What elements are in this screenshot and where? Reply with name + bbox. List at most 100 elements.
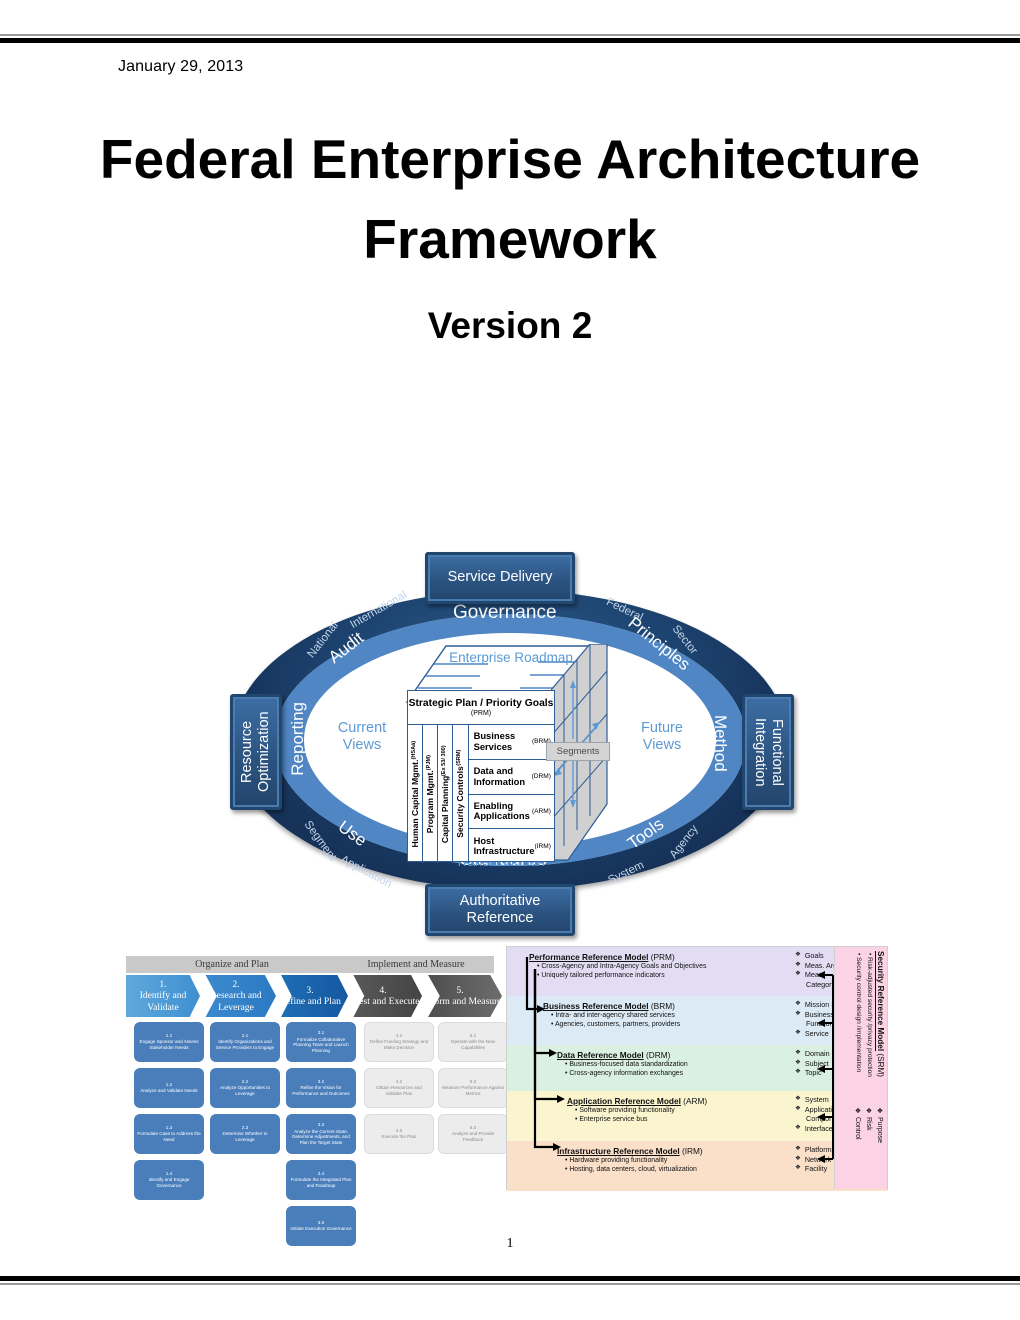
box-functional-integration[interactable]: Functional Integration <box>742 694 794 810</box>
cube-layer-business-services: Business Services (BRM) <box>468 725 554 760</box>
cpm-activity[interactable]: 1.3 Formulate Case to Address the Need <box>134 1114 204 1154</box>
cube-front-face: Strategic Plan / Priority Goals (PRM) Hu… <box>407 690 555 863</box>
prm-key-1: Goals <box>804 951 824 960</box>
cpm-activity-id: 4.2 <box>395 1079 403 1085</box>
cpm-activity[interactable]: 3.4 Formulate the Integrated Plan and Ro… <box>286 1160 356 1200</box>
cpm-activity[interactable]: 2.3 Determine Whether to Leverage <box>210 1114 280 1154</box>
cube-layer-business-services-label: Business Services <box>473 730 516 752</box>
cpm-activity[interactable]: 1.4 Identify and Engage Governance <box>134 1160 204 1200</box>
cpm-column-3: 3.1 Formalize Collaborative Planning Tea… <box>286 1022 356 1252</box>
mid-label-governance: Governance <box>453 602 557 623</box>
current-views-label: Current Views <box>337 720 387 754</box>
cpm-step-2[interactable]: 2. Research and Leverage <box>196 975 276 1017</box>
phase-organize-and-plan: Organize and Plan <box>126 956 338 973</box>
cpm-step-5[interactable]: 5. Perform and Measure <box>418 975 502 1017</box>
irm-key-1: Platform <box>804 1145 832 1154</box>
irm-title-bold: Infrastructure Reference Model <box>557 1146 680 1156</box>
drm-bullet-2: • Cross-agency information exchanges <box>565 1070 684 1078</box>
brm-title-abbrev: (BRM) <box>648 1001 675 1011</box>
box-resource-optimization[interactable]: Resource Optimization <box>230 694 282 810</box>
box-service-delivery[interactable]: Service Delivery <box>425 552 575 604</box>
brm-title-bold: Business Reference Model <box>543 1001 649 1011</box>
arm-bullet-1: • Software providing functionality <box>575 1107 675 1114</box>
brm-key-2: Business <box>804 1009 834 1019</box>
cpm-activity-label: Analyze the Current State, Determine Adj… <box>292 1128 350 1145</box>
cube-column-security-controls-abbrev: (SRM) <box>456 750 463 767</box>
diamond-icon: ❖ <box>795 1028 801 1036</box>
cpm-activity-label: Refine the Vision for Performance and Ou… <box>292 1085 350 1097</box>
srm-bullet-1: • Risk-adjusted security /privacy protec… <box>866 953 873 1077</box>
box-authoritative-reference[interactable]: Authoritative Reference <box>425 884 575 936</box>
brm-title: Business Reference Model (BRM) <box>543 1001 791 1011</box>
srm-key-3: ❖ Control <box>854 1107 861 1140</box>
irm-title: Infrastructure Reference Model (IRM) <box>557 1146 791 1156</box>
drm-title-abbrev: (DRM) <box>643 1050 671 1060</box>
cpm-activity-id: 2.1 <box>241 1033 249 1039</box>
page-title: Federal Enterprise Architecture Framewor… <box>0 120 1020 280</box>
collaborative-planning-methodology-flow: Organize and Plan Implement and Measure … <box>126 956 508 1246</box>
cpm-step-3-number: 3. <box>306 984 314 996</box>
cube-column-security-controls: Security Controls (SRM) <box>453 725 469 863</box>
brm-key-4: Service <box>804 1028 829 1038</box>
cpm-activity[interactable]: 3.2 Refine the Vision for Performance an… <box>286 1068 356 1108</box>
diamond-icon: ❖ <box>795 951 801 958</box>
band-business-reference-model: Business Reference Model (BRM) • Intra- … <box>507 996 887 1045</box>
cube-layers: Business Services (BRM) Data and Informa… <box>468 725 554 863</box>
cpm-activity[interactable]: 1.1 Engage Sponsor and Assess Stakeholde… <box>134 1022 204 1062</box>
cpm-activity-label: Define Funding Strategy and Make Decisio… <box>369 1039 429 1051</box>
phase-implement-and-measure: Implement and Measure <box>338 956 494 973</box>
cpm-activity-id: 1.4 <box>165 1171 173 1177</box>
cube-layer-host-infrastructure-abbrev: (IRM) <box>534 842 551 850</box>
cpm-activity[interactable]: 5.2 Measure Performance Against Metrics <box>438 1068 508 1108</box>
page-bottom-rule <box>0 1276 1020 1285</box>
cpm-activity[interactable]: 5.1 Operate with the New Capabilities <box>438 1022 508 1062</box>
cpm-activity-id: 5.1 <box>469 1033 477 1039</box>
cpm-step-3[interactable]: 3. Define and Plan <box>272 975 348 1017</box>
cube-layer-host-infrastructure: Host Infrastructure (IRM) <box>469 829 554 863</box>
arm-title: Application Reference Model (ARM) <box>567 1096 791 1106</box>
arm-key-4: Interface <box>804 1123 833 1133</box>
cpm-activity-label: Formulate the Integrated Plan and Roadma… <box>290 1177 352 1189</box>
rule-thin-bottom <box>0 1283 1020 1285</box>
band-application-reference-model: Application Reference Model (ARM) • Soft… <box>507 1091 887 1141</box>
cube-face-body: Human Capital Mgmt. (HSAá) Program Mgmt.… <box>408 725 554 863</box>
cpm-activity[interactable]: 5.3 Analyze and Provide Feedback <box>438 1114 508 1154</box>
cpm-activity-id: 3.5 <box>317 1219 325 1225</box>
cpm-step-4-number: 4. <box>379 984 387 996</box>
cube-layer-host-infrastructure-label: Host Infrastructure <box>473 834 535 857</box>
cpm-activity[interactable]: 2.1 Identify Organizations and Service P… <box>210 1022 280 1062</box>
cpm-activity[interactable]: 3.3 Analyze the Current State, Determine… <box>286 1114 356 1154</box>
cpm-activity[interactable]: 4.1 Define Funding Strategy and Make Dec… <box>364 1022 434 1062</box>
box-functional-integration-label: Functional Integration <box>752 717 786 787</box>
cpm-activity[interactable]: 4.2 Obtain Resources and Validate Plan <box>364 1068 434 1108</box>
srm-bullet-2: • Security control design /implementatio… <box>855 953 862 1073</box>
diamond-icon: ❖ <box>795 1058 801 1066</box>
cpm-activity-label: Analyze and Provide Feedback <box>451 1131 495 1143</box>
cpm-activity[interactable]: 4.3 Execute the Plan <box>364 1114 434 1154</box>
page-title-line2: Framework <box>363 207 657 270</box>
diamond-icon: ❖ <box>795 1154 801 1162</box>
cpm-step-4-label: Invest and Execute <box>346 996 420 1007</box>
cpm-activity-id: 5.3 <box>469 1125 477 1131</box>
srm-key-1: ❖ Purpose <box>876 1107 883 1144</box>
cpm-step-3-label: Define and Plan <box>279 996 341 1007</box>
cpm-activity-label: Identify Organizations and Service Provi… <box>215 1039 275 1051</box>
prm-key-4: Category <box>806 979 836 989</box>
srm-title-bold: Security Reference Model <box>876 951 885 1052</box>
cube-layer-enabling-applications: Enabling Applications (ARM) <box>468 795 554 830</box>
cube-column-program-mgmt-abbrev: (PJM) <box>426 754 433 771</box>
irm-key-2: Network <box>804 1154 832 1164</box>
mid-label-reporting: Reporting <box>288 702 307 776</box>
cpm-step-5-number: 5. <box>456 984 464 996</box>
cpm-activity[interactable]: 2.2 Analyze Opportunities to Leverage <box>210 1068 280 1108</box>
cube-column-human-capital-label: Human Capital Mgmt. <box>410 759 421 848</box>
arm-bullet-2: • Enterprise service bus <box>575 1116 648 1124</box>
cpm-step-4[interactable]: 4. Invest and Execute <box>344 975 422 1017</box>
prm-title: Performance Reference Model (PRM) <box>529 952 791 962</box>
cpm-activity[interactable]: 1.2 Analyze and Validate Needs <box>134 1068 204 1108</box>
cube-column-capital-planning-label: Capital Planning <box>440 775 451 844</box>
cpm-activity[interactable]: 3.1 Formalize Collaborative Planning Tea… <box>286 1022 356 1062</box>
cpm-step-1[interactable]: 1. Identify and Validate <box>126 975 200 1017</box>
irm-key-3: Facility <box>804 1164 828 1173</box>
diamond-icon: ❖ <box>795 960 801 968</box>
